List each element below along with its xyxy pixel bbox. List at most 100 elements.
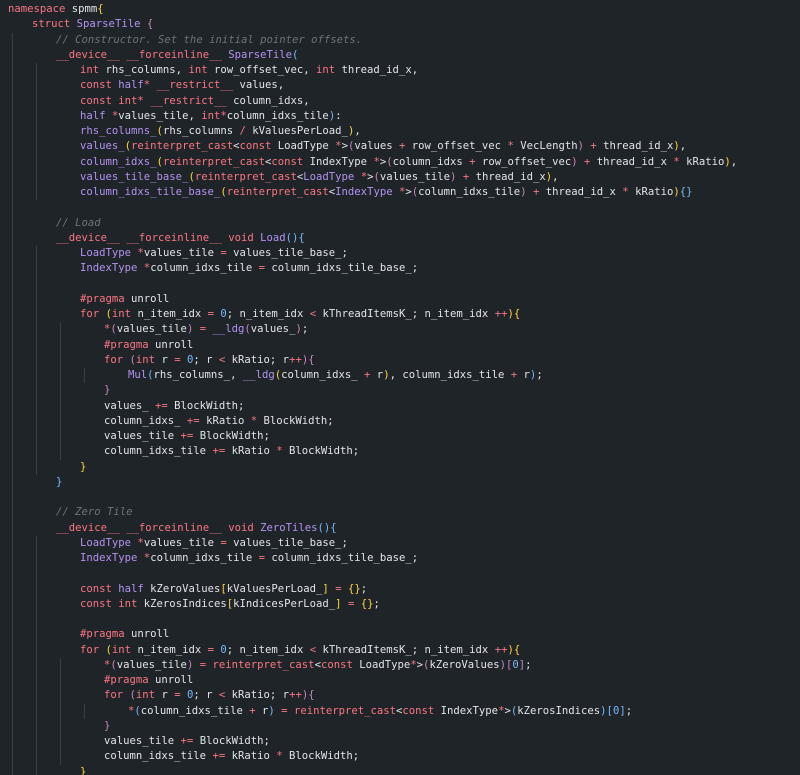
- code-line[interactable]: int rhs_columns, int row_offset_vec, int…: [0, 63, 800, 79]
- code-text: for (int r = 0; r < kRatio; r++){: [104, 353, 315, 368]
- code-token: (: [292, 48, 299, 61]
- code-text: *(values_tile) = reinterpret_cast<const …: [104, 658, 532, 673]
- code-line[interactable]: column_idxs_tile += kRatio * BlockWidth;: [0, 749, 800, 765]
- code-token: {}: [360, 597, 374, 610]
- code-token: kZerosIndices: [517, 704, 601, 717]
- code-line[interactable]: [0, 200, 800, 216]
- code-line[interactable]: Mul(rhs_columns_, __ldg(column_idxs_ + r…: [0, 368, 800, 384]
- indent-guide: [60, 673, 61, 689]
- code-line[interactable]: // Load: [0, 215, 800, 231]
- code-token: values_tile: [104, 430, 181, 442]
- code-line[interactable]: struct SparseTile {: [0, 17, 800, 32]
- code-line[interactable]: #pragma unroll: [0, 627, 800, 643]
- indent-guide: [36, 703, 37, 719]
- code-token: ,: [552, 170, 559, 183]
- code-line[interactable]: [0, 276, 800, 292]
- code-token: const: [80, 597, 112, 610]
- indent-guide: [12, 261, 13, 277]
- code-line[interactable]: [0, 490, 800, 506]
- code-text: // Constructor. Set the initial pointer …: [56, 33, 362, 48]
- code-token: values_tile: [116, 658, 187, 671]
- code-line[interactable]: const int kZerosIndices[kIndicesPerLoad_…: [0, 596, 800, 612]
- code-line[interactable]: for (int n_item_idx = 0; n_item_idx < kT…: [0, 642, 800, 658]
- code-line[interactable]: IndexType *column_idxs_tile = column_idx…: [0, 261, 800, 277]
- code-line[interactable]: }: [0, 718, 800, 734]
- code-token: BlockWidth;: [167, 399, 245, 412]
- code-line[interactable]: #pragma unroll: [0, 673, 800, 689]
- code-line[interactable]: column_idxs_tile_base_(reinterpret_cast<…: [0, 185, 800, 201]
- code-line[interactable]: column_idxs_tile += kRatio * BlockWidth;: [0, 444, 800, 460]
- indent-guide: [12, 688, 13, 704]
- code-token: void: [228, 521, 254, 534]
- code-token: {: [97, 3, 104, 15]
- code-line[interactable]: // Constructor. Set the initial pointer …: [0, 32, 800, 48]
- code-token: struct: [32, 18, 71, 31]
- code-line[interactable]: *(values_tile) = reinterpret_cast<const …: [0, 657, 800, 673]
- indent-guide: [36, 459, 37, 475]
- code-line[interactable]: values_(reinterpret_cast<const LoadType …: [0, 139, 800, 155]
- code-line[interactable]: }: [0, 459, 800, 475]
- code-line[interactable]: // Zero Tile: [0, 505, 800, 521]
- code-line[interactable]: values_tile += BlockWidth;: [0, 734, 800, 750]
- code-line[interactable]: half *values_tile, int*column_idxs_tile)…: [0, 108, 800, 124]
- code-text: #pragma unroll: [80, 627, 169, 642]
- code-line[interactable]: __device__ __forceinline__ SparseTile(: [0, 47, 800, 63]
- code-token: }: [80, 765, 87, 775]
- code-line[interactable]: const half kZeroValues[kValuesPerLoad_] …: [0, 581, 800, 597]
- code-token: ;: [360, 582, 368, 595]
- code-token: rhs_columns: [162, 125, 240, 137]
- code-token: // Zero Tile: [56, 506, 133, 519]
- code-line[interactable]: __device__ __forceinline__ void ZeroTile…: [0, 520, 800, 536]
- code-token: ;: [536, 369, 543, 381]
- code-line[interactable]: const half* __restrict__ values,: [0, 78, 800, 94]
- code-line[interactable]: }: [0, 764, 800, 775]
- code-line[interactable]: for (int r = 0; r < kRatio; r++){: [0, 352, 800, 368]
- code-line[interactable]: values_ += BlockWidth;: [0, 398, 800, 414]
- code-line[interactable]: *(values_tile) = __ldg(values_);: [0, 322, 800, 338]
- code-line[interactable]: [0, 612, 800, 628]
- code-line[interactable]: column_idxs_ += kRatio * BlockWidth;: [0, 413, 800, 429]
- indent-guide: [12, 291, 13, 307]
- code-token: spmm: [65, 3, 98, 15]
- code-line[interactable]: #pragma unroll: [0, 337, 800, 353]
- code-line[interactable]: __device__ __forceinline__ void Load(){: [0, 230, 800, 246]
- code-line[interactable]: LoadType *values_tile = values_tile_base…: [0, 535, 800, 551]
- code-token: BlockWidth;: [282, 445, 360, 458]
- code-line[interactable]: values_tile_base_(reinterpret_cast<LoadT…: [0, 169, 800, 185]
- code-token: kThreadItemsK_; n_item_idx: [316, 308, 495, 320]
- code-line[interactable]: LoadType *values_tile = values_tile_base…: [0, 246, 800, 262]
- code-line[interactable]: }: [0, 383, 800, 399]
- indent-guide: [12, 169, 13, 185]
- indent-guide: [36, 535, 37, 551]
- code-token: Mul: [128, 369, 148, 381]
- code-line[interactable]: values_tile += BlockWidth;: [0, 429, 800, 445]
- code-line[interactable]: IndexType *column_idxs_tile = column_idx…: [0, 551, 800, 567]
- code-line[interactable]: const int* __restrict__ column_idxs,: [0, 93, 800, 109]
- indent-guide: [12, 47, 13, 63]
- code-line[interactable]: }: [0, 474, 800, 490]
- code-line[interactable]: namespace spmm{: [0, 2, 800, 17]
- code-editor[interactable]: namespace spmm{struct SparseTile {// Con…: [0, 0, 800, 775]
- indent-guide: [36, 734, 37, 750]
- code-token: rhs_columns_: [80, 125, 157, 137]
- code-text: }: [104, 383, 110, 398]
- code-token: kZerosIndices: [137, 597, 227, 610]
- indent-guide: [12, 474, 13, 490]
- code-line[interactable]: for (int n_item_idx = 0; n_item_idx < kT…: [0, 307, 800, 323]
- code-token: r: [255, 704, 269, 717]
- code-token: ,: [679, 140, 687, 153]
- code-token: __forceinline__: [126, 48, 222, 61]
- code-line[interactable]: #pragma unroll: [0, 291, 800, 307]
- code-line[interactable]: rhs_columns_(rhs_columns / kValuesPerLoa…: [0, 124, 800, 140]
- code-token: column_idxs_tile: [226, 109, 329, 122]
- code-line[interactable]: column_idxs_(reinterpret_cast<const Inde…: [0, 154, 800, 170]
- code-text: LoadType *values_tile = values_tile_base…: [80, 246, 348, 261]
- code-text: }: [56, 475, 62, 490]
- indent-guide: [12, 368, 13, 384]
- code-token: thread_id_x,: [335, 64, 419, 76]
- code-text: const half kZeroValues[kValuesPerLoad_] …: [80, 582, 367, 597]
- code-line[interactable]: *(column_idxs_tile + r) = reinterpret_ca…: [0, 703, 800, 719]
- code-token: values_tile: [379, 170, 451, 183]
- code-line[interactable]: for (int r = 0; r < kRatio; r++){: [0, 688, 800, 704]
- code-line[interactable]: [0, 566, 800, 582]
